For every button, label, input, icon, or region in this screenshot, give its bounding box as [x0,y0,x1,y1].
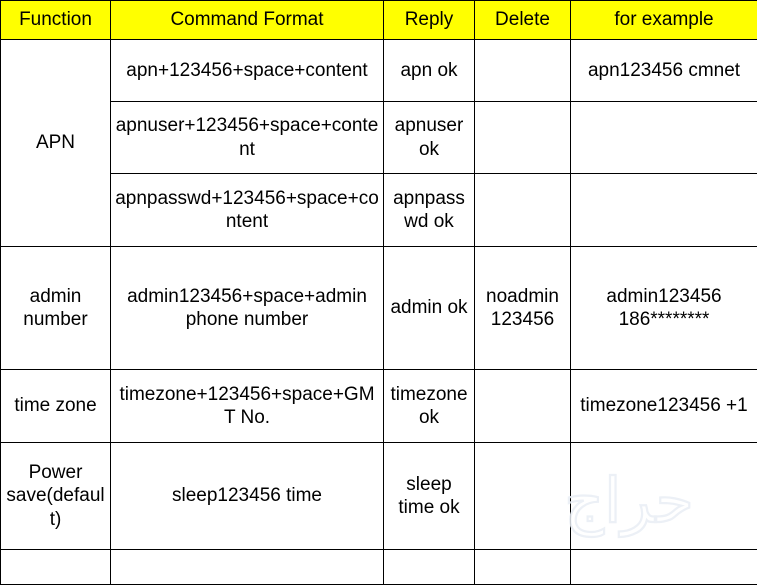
table-row: time zone timezone+123456+space+GMT No. … [1,370,757,443]
cell-command-format [111,550,384,585]
cell-command-format: apn+123456+space+content [111,40,384,102]
cell-for-example: admin123456 186******** [571,247,757,370]
table-body: APN apn+123456+space+content apn ok apn1… [1,40,757,585]
column-header-delete: Delete [475,1,571,40]
column-header-command-format: Command Format [111,1,384,40]
cell-for-example [571,102,757,174]
cell-command-format: admin123456+space+admin phone number [111,247,384,370]
cell-function-power-save: Power save(default) [1,443,111,550]
cell-reply: timezone ok [384,370,475,443]
cell-for-example: timezone123456 +1 [571,370,757,443]
cell-reply: sleep time ok [384,443,475,550]
table-row: apnpasswd+123456+space+content apnpasswd… [1,174,757,247]
table-row: APN apn+123456+space+content apn ok apn1… [1,40,757,102]
cell-for-example [571,443,757,550]
cell-for-example [571,174,757,247]
column-header-for-example: for example [571,1,757,40]
cell-reply [384,550,475,585]
cell-command-format: apnuser+123456+space+content [111,102,384,174]
cell-command-format: timezone+123456+space+GMT No. [111,370,384,443]
cell-delete [475,174,571,247]
cell-reply: admin ok [384,247,475,370]
column-header-reply: Reply [384,1,475,40]
cell-delete [475,370,571,443]
cell-function-apn: APN [1,40,111,247]
cell-for-example [571,550,757,585]
cell-command-format: sleep123456 time [111,443,384,550]
cell-delete [475,40,571,102]
cell-reply: apnuser ok [384,102,475,174]
sms-command-table: Function Command Format Reply Delete for… [0,0,757,585]
cell-command-format: apnpasswd+123456+space+content [111,174,384,247]
cell-delete [475,550,571,585]
table-row [1,550,757,585]
cell-delete [475,443,571,550]
cell-delete: noadmin 123456 [475,247,571,370]
table-row: admin number admin123456+space+admin pho… [1,247,757,370]
cell-function-time-zone: time zone [1,370,111,443]
cell-for-example: apn123456 cmnet [571,40,757,102]
table-row: Power save(default) sleep123456 time sle… [1,443,757,550]
cell-function [1,550,111,585]
table-row: apnuser+123456+space+content apnuser ok [1,102,757,174]
cell-function-admin-number: admin number [1,247,111,370]
cell-reply: apnpasswd ok [384,174,475,247]
table-header: Function Command Format Reply Delete for… [1,1,757,40]
header-row: Function Command Format Reply Delete for… [1,1,757,40]
cell-delete [475,102,571,174]
cell-reply: apn ok [384,40,475,102]
column-header-function: Function [1,1,111,40]
